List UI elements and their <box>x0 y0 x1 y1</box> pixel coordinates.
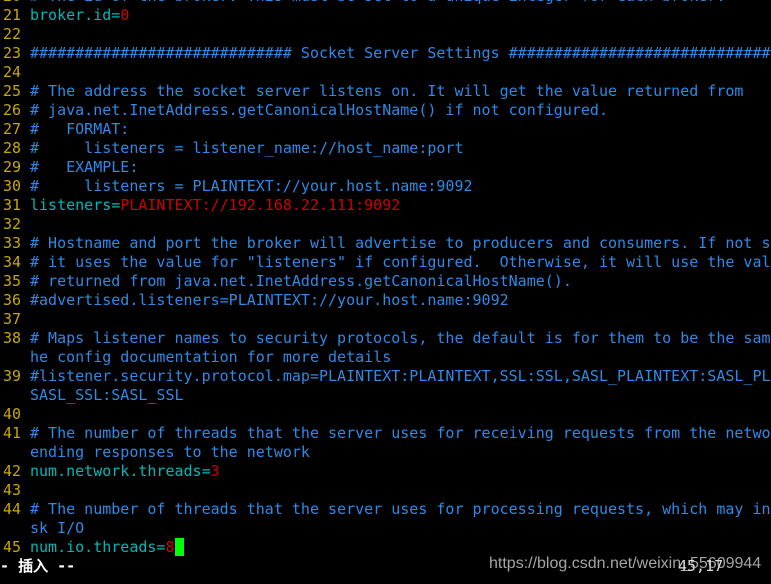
config-key: num.io.threads= <box>30 538 166 556</box>
comment-text: # java.net.InetAddress.getCanonicalHostN… <box>30 101 608 119</box>
code-line[interactable]: 21 broker.id=0 <box>0 6 771 25</box>
line-number: 21 <box>3 6 22 24</box>
comment-text: he config documentation for more details <box>30 348 392 366</box>
comment-text: # The address the socket server listens … <box>30 82 744 100</box>
line-number: 35 <box>3 272 22 290</box>
line-number: 38 <box>3 329 22 347</box>
line-number: 44 <box>3 500 22 518</box>
code-line[interactable]: 37 <box>0 310 771 329</box>
config-key: listeners= <box>30 196 121 214</box>
comment-text: # it uses the value for "listeners" if c… <box>30 253 771 271</box>
config-value: 0 <box>120 6 130 24</box>
code-line[interactable]: 39 #listener.security.protocol.map=PLAINT… <box>0 367 771 386</box>
comment-text: SASL_SSL:SASL_SSL <box>30 386 184 404</box>
code-line-wrap[interactable]: ending responses to the network <box>0 443 771 462</box>
line-number: 31 <box>3 196 22 214</box>
text-cursor <box>174 538 184 556</box>
cursor-position-ruler: 45,17 <box>678 557 724 575</box>
line-number: 28 <box>3 139 22 157</box>
code-line[interactable]: 36 #advertised.listeners=PLAINTEXT://your… <box>0 291 771 310</box>
line-number: 29 <box>3 158 22 176</box>
comment-text: ############################# Socket Ser… <box>30 44 771 62</box>
line-number: 22 <box>3 25 22 43</box>
line-number: 34 <box>3 253 22 271</box>
line-number: 39 <box>3 367 22 385</box>
comment-text: # The id of the broker. This must be set… <box>30 0 725 5</box>
line-number: 37 <box>3 310 22 328</box>
code-line[interactable]: 42 num.network.threads=3 <box>0 462 771 481</box>
line-number: 45 <box>3 538 22 556</box>
line-number: 25 <box>3 82 22 100</box>
code-line[interactable]: 32 <box>0 215 771 234</box>
code-line[interactable]: 25 # The address the socket server listen… <box>0 82 771 101</box>
code-line[interactable]: 27 # FORMAT: <box>0 120 771 139</box>
code-line[interactable]: 41 # The number of threads that the serve… <box>0 424 771 443</box>
comment-text: # listeners = PLAINTEXT://your.host.name… <box>30 177 473 195</box>
line-number: 41 <box>3 424 22 442</box>
code-line[interactable]: 35 # returned from java.net.InetAddress.g… <box>0 272 771 291</box>
comment-text: #listener.security.protocol.map=PLAINTEX… <box>30 367 771 385</box>
code-line[interactable]: 38 # Maps listener names to security prot… <box>0 329 771 348</box>
config-value: 3 <box>210 462 220 480</box>
line-number: 23 <box>3 44 22 62</box>
config-key: broker.id= <box>30 6 121 24</box>
comment-text: # Maps listener names to security protoc… <box>30 329 771 347</box>
comment-text: # The number of threads that the server … <box>30 424 771 442</box>
code-line[interactable]: 34 # it uses the value for "listeners" if… <box>0 253 771 272</box>
comment-text: #advertised.listeners=PLAINTEXT://your.h… <box>30 291 509 309</box>
comment-text: # EXAMPLE: <box>30 158 139 176</box>
code-line[interactable]: 29 # EXAMPLE: <box>0 158 771 177</box>
code-line[interactable]: 30 # listeners = PLAINTEXT://your.host.na… <box>0 177 771 196</box>
line-number: 36 <box>3 291 22 309</box>
line-number: 30 <box>3 177 22 195</box>
comment-text: # FORMAT: <box>30 120 130 138</box>
code-line[interactable]: 26 # java.net.InetAddress.getCanonicalHos… <box>0 101 771 120</box>
line-number: 33 <box>3 234 22 252</box>
code-line[interactable]: 40 <box>0 405 771 424</box>
line-number: 26 <box>3 101 22 119</box>
comment-text: # returned from java.net.InetAddress.get… <box>30 272 572 290</box>
code-line[interactable]: 23 ############################# Socket S… <box>0 44 771 63</box>
code-line[interactable]: 44 # The number of threads that the serve… <box>0 500 771 519</box>
line-number: 27 <box>3 120 22 138</box>
config-value: PLAINTEXT://192.168.22.111:9092 <box>120 196 401 214</box>
code-line[interactable]: 43 <box>0 481 771 500</box>
vim-editor-buffer[interactable]: 20# The id of the broker. This must be s… <box>0 0 771 557</box>
code-line-wrap[interactable]: sk I/O <box>0 519 771 538</box>
comment-text: # listeners = listener_name://host_name:… <box>30 139 464 157</box>
comment-text: ending responses to the network <box>30 443 310 461</box>
code-line[interactable]: 31 listeners=PLAINTEXT://192.168.22.111:9… <box>0 196 771 215</box>
config-value: 8 <box>165 538 175 556</box>
line-number: 43 <box>3 481 22 499</box>
code-line[interactable]: 28 # listeners = listener_name://host_nam… <box>0 139 771 158</box>
code-line[interactable]: 33 # Hostname and port the broker will ad… <box>0 234 771 253</box>
comment-text: # The number of threads that the server … <box>30 500 771 518</box>
line-number: 32 <box>3 215 22 233</box>
code-line-wrap[interactable]: he config documentation for more details <box>0 348 771 367</box>
line-number: 40 <box>3 405 22 423</box>
line-number: 42 <box>3 462 22 480</box>
code-line[interactable]: 24 <box>0 63 771 82</box>
code-line-wrap[interactable]: SASL_SSL:SASL_SSL <box>0 386 771 405</box>
comment-text: # Hostname and port the broker will adve… <box>30 234 771 252</box>
vim-mode-indicator: -- 插入 -- <box>0 557 76 575</box>
config-key: num.network.threads= <box>30 462 211 480</box>
line-number: 24 <box>3 63 22 81</box>
code-line[interactable]: 22 <box>0 25 771 44</box>
comment-text: sk I/O <box>30 519 85 537</box>
